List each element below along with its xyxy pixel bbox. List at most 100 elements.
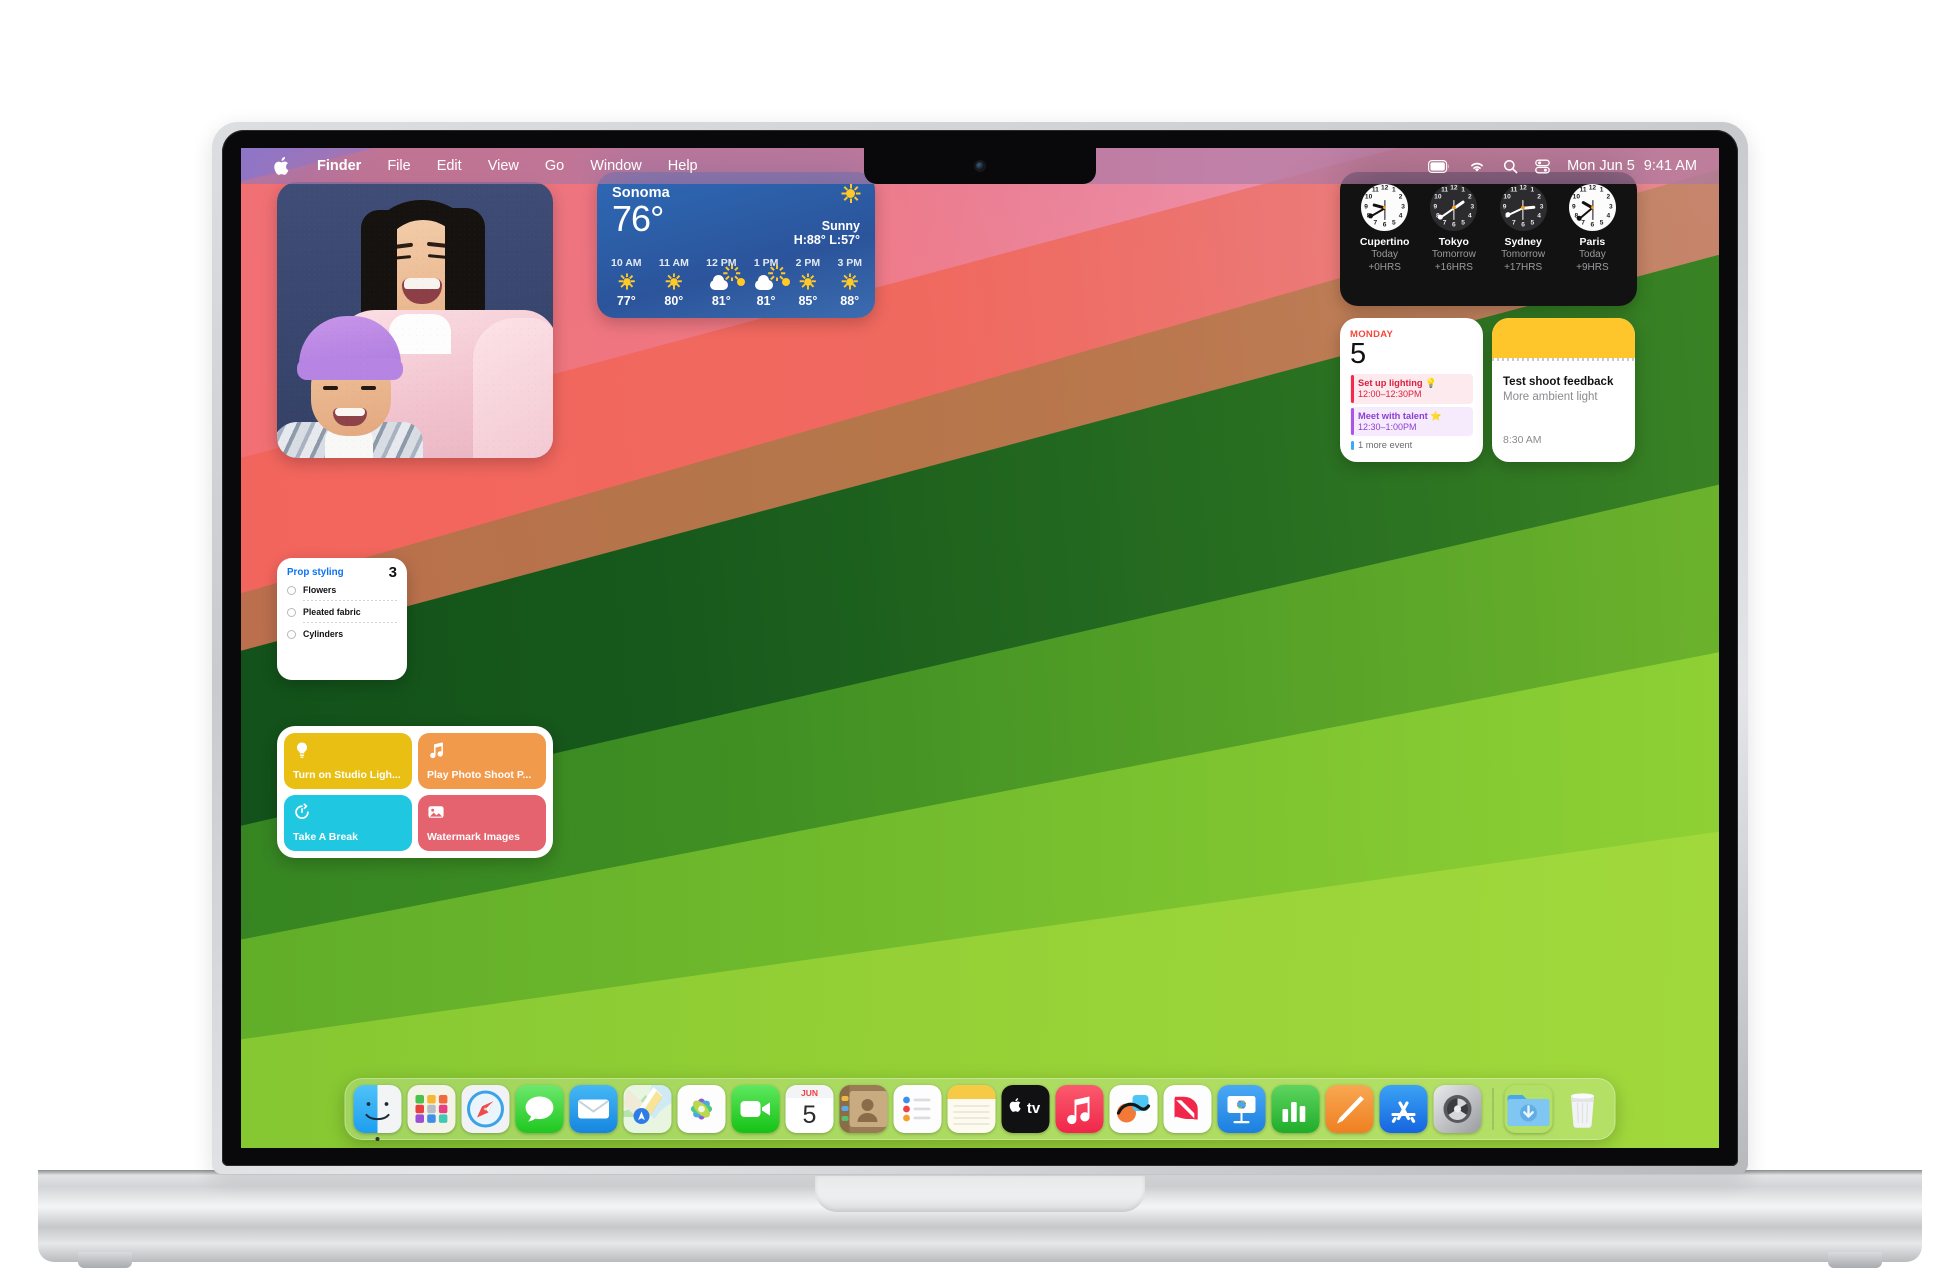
clock-city: Cupertino: [1359, 236, 1410, 248]
menu-bar-clock[interactable]: Mon Jun 5 9:41 AM: [1567, 158, 1697, 174]
clock-cupertino[interactable]: 121234567891011 Cupertino Today +0HRS: [1352, 184, 1418, 297]
event-time: 12:00–12:30PM: [1358, 389, 1422, 399]
checkbox-circle-icon[interactable]: [287, 585, 296, 595]
menu-item-edit[interactable]: Edit: [424, 148, 475, 184]
clock-numeral: 1: [1461, 187, 1465, 195]
clock-numeral: 4: [1537, 212, 1541, 220]
clock-sydney[interactable]: 121234567891011 Sydney Tomorrow +17HRS: [1490, 184, 1556, 297]
dock-item-finder[interactable]: [353, 1085, 402, 1141]
dock: JUN 5 tv: [344, 1078, 1616, 1141]
apple-menu[interactable]: [261, 156, 304, 176]
menu-bar-items: Finder File Edit View Go Window Help: [241, 148, 711, 184]
launchpad-icon[interactable]: [407, 1085, 456, 1133]
search-icon[interactable]: [1503, 159, 1518, 174]
news-icon[interactable]: [1163, 1085, 1212, 1133]
music-icon[interactable]: [1055, 1085, 1104, 1133]
shortcut-play-photo-shoot-playlist[interactable]: Play Photo Shoot P...: [418, 733, 546, 789]
numbers-icon[interactable]: [1271, 1085, 1320, 1133]
shortcut-turn-on-studio-lights[interactable]: Turn on Studio Ligh...: [284, 733, 412, 789]
reminder-item[interactable]: Pleated fabric: [287, 601, 397, 617]
messages-icon[interactable]: [515, 1085, 564, 1133]
display-notch: [864, 148, 1096, 184]
weather-widget[interactable]: Sonoma 76° Sunny H:88° L:57° 10 AM 77° 1…: [597, 172, 875, 318]
menu-item-view[interactable]: View: [475, 148, 532, 184]
hourly-hour: 1 PM: [753, 257, 779, 269]
weather-hourly-forecast: 10 AM 77° 11 AM 80° 12 PM 81° 1 PM 81° 2…: [611, 257, 862, 308]
contacts-icon[interactable]: [839, 1085, 888, 1133]
clock-numeral: 7: [1373, 219, 1378, 227]
notes-widget[interactable]: Test shoot feedback More ambient light 8…: [1492, 318, 1635, 462]
clock-face: 121234567891011: [1568, 184, 1616, 231]
freeform-icon[interactable]: [1109, 1085, 1158, 1133]
clock-city: Tokyo: [1438, 236, 1469, 248]
clock-numeral: 12: [1588, 184, 1597, 192]
finder-icon[interactable]: [353, 1085, 402, 1133]
desktop-screen: Finder File Edit View Go Window Help Mon…: [241, 148, 1719, 1148]
sun-icon: [841, 273, 858, 290]
checkbox-circle-icon[interactable]: [287, 629, 296, 639]
clock-second-hand: [1591, 199, 1594, 220]
mail-icon[interactable]: [569, 1085, 618, 1133]
reminder-item[interactable]: Flowers: [287, 579, 397, 595]
notes-icon[interactable]: [947, 1085, 996, 1133]
reminder-item[interactable]: Cylinders: [287, 623, 397, 639]
sun-icon: [618, 273, 635, 290]
maps-icon[interactable]: [623, 1085, 672, 1133]
photos-icon[interactable]: [677, 1085, 726, 1133]
checkbox-circle-icon[interactable]: [287, 607, 296, 617]
clock-numeral: 4: [1606, 212, 1611, 220]
clock-numeral: 10: [1572, 193, 1581, 201]
photos-widget[interactable]: [277, 182, 553, 458]
calendar-widget[interactable]: MONDAY 5 Set up lighting 💡 12:00–12:30PM…: [1340, 318, 1483, 462]
calendar-event[interactable]: Meet with talent ⭐ 12:30–1:00PM: [1350, 406, 1473, 436]
clock-tokyo[interactable]: 121234567891011 Tokyo Tomorrow +16HRS: [1421, 184, 1487, 297]
reminders-widget[interactable]: Prop styling 3 Flowers Pleated fabric Cy…: [277, 558, 407, 680]
shortcut-label: Turn on Studio Ligh...: [293, 769, 401, 781]
pages-icon[interactable]: [1325, 1085, 1374, 1133]
hourly-temp: 81°: [711, 294, 731, 308]
shortcut-watermark-images[interactable]: Watermark Images: [418, 795, 546, 851]
calendar-more-events[interactable]: 1 more event: [1350, 439, 1473, 452]
world-clock-widget[interactable]: 121234567891011 Cupertino Today +0HRS 12…: [1340, 172, 1637, 306]
safari-icon[interactable]: [461, 1085, 510, 1133]
app-store-icon[interactable]: [1379, 1085, 1428, 1133]
downloads-folder-icon[interactable]: [1505, 1085, 1553, 1133]
clock-numeral: 4: [1398, 212, 1403, 220]
menu-item-help[interactable]: Help: [655, 148, 711, 184]
shortcut-label: Take A Break: [293, 831, 358, 843]
clock-numeral: 12: [1380, 184, 1389, 192]
sun-icon: [841, 184, 860, 203]
clock-numeral: 9: [1364, 203, 1368, 211]
photo-image: [277, 182, 553, 458]
clock-paris[interactable]: 12 1 2 3 4 5 6 7 8 9 10 11 Paris Today +9HRS: [1559, 184, 1625, 297]
control-center-icon[interactable]: [1535, 159, 1550, 174]
clock-numeral: 7: [1512, 219, 1516, 227]
trash-icon[interactable]: [1559, 1085, 1607, 1133]
facetime-icon[interactable]: [731, 1085, 780, 1133]
clock-numeral: 9: [1572, 203, 1576, 211]
hourly-item: 10 AM 77°: [611, 257, 642, 308]
event-time: 12:30–1:00PM: [1358, 421, 1417, 432]
reminders-icon[interactable]: [893, 1085, 942, 1133]
keynote-icon[interactable]: [1217, 1085, 1266, 1133]
calendar-event[interactable]: Set up lighting 💡 12:00–12:30PM: [1350, 374, 1473, 404]
menu-item-file[interactable]: File: [374, 148, 423, 184]
reminder-label: Cylinders: [303, 629, 344, 639]
shortcut-take-a-break[interactable]: Take A Break: [284, 795, 412, 851]
apple-tv-icon[interactable]: tv: [1001, 1085, 1050, 1133]
hourly-item: 1 PM 81°: [753, 257, 790, 308]
hourly-temp: 88°: [840, 294, 860, 308]
calendar-icon[interactable]: JUN 5: [785, 1085, 834, 1133]
system-settings-icon[interactable]: [1433, 1085, 1482, 1133]
hourly-temp: 85°: [798, 294, 818, 308]
photo-icon: [428, 806, 444, 818]
menu-item-go[interactable]: Go: [532, 148, 577, 184]
menu-item-window[interactable]: Window: [577, 148, 655, 184]
battery-icon[interactable]: [1428, 159, 1451, 173]
wifi-icon[interactable]: [1468, 160, 1486, 173]
timer-icon: [295, 803, 309, 819]
partly-cloudy-icon: [755, 264, 790, 290]
clock-city: Sydney: [1504, 236, 1542, 248]
menu-item-finder[interactable]: Finder: [304, 148, 374, 184]
clock-numeral: 3: [1470, 203, 1475, 211]
